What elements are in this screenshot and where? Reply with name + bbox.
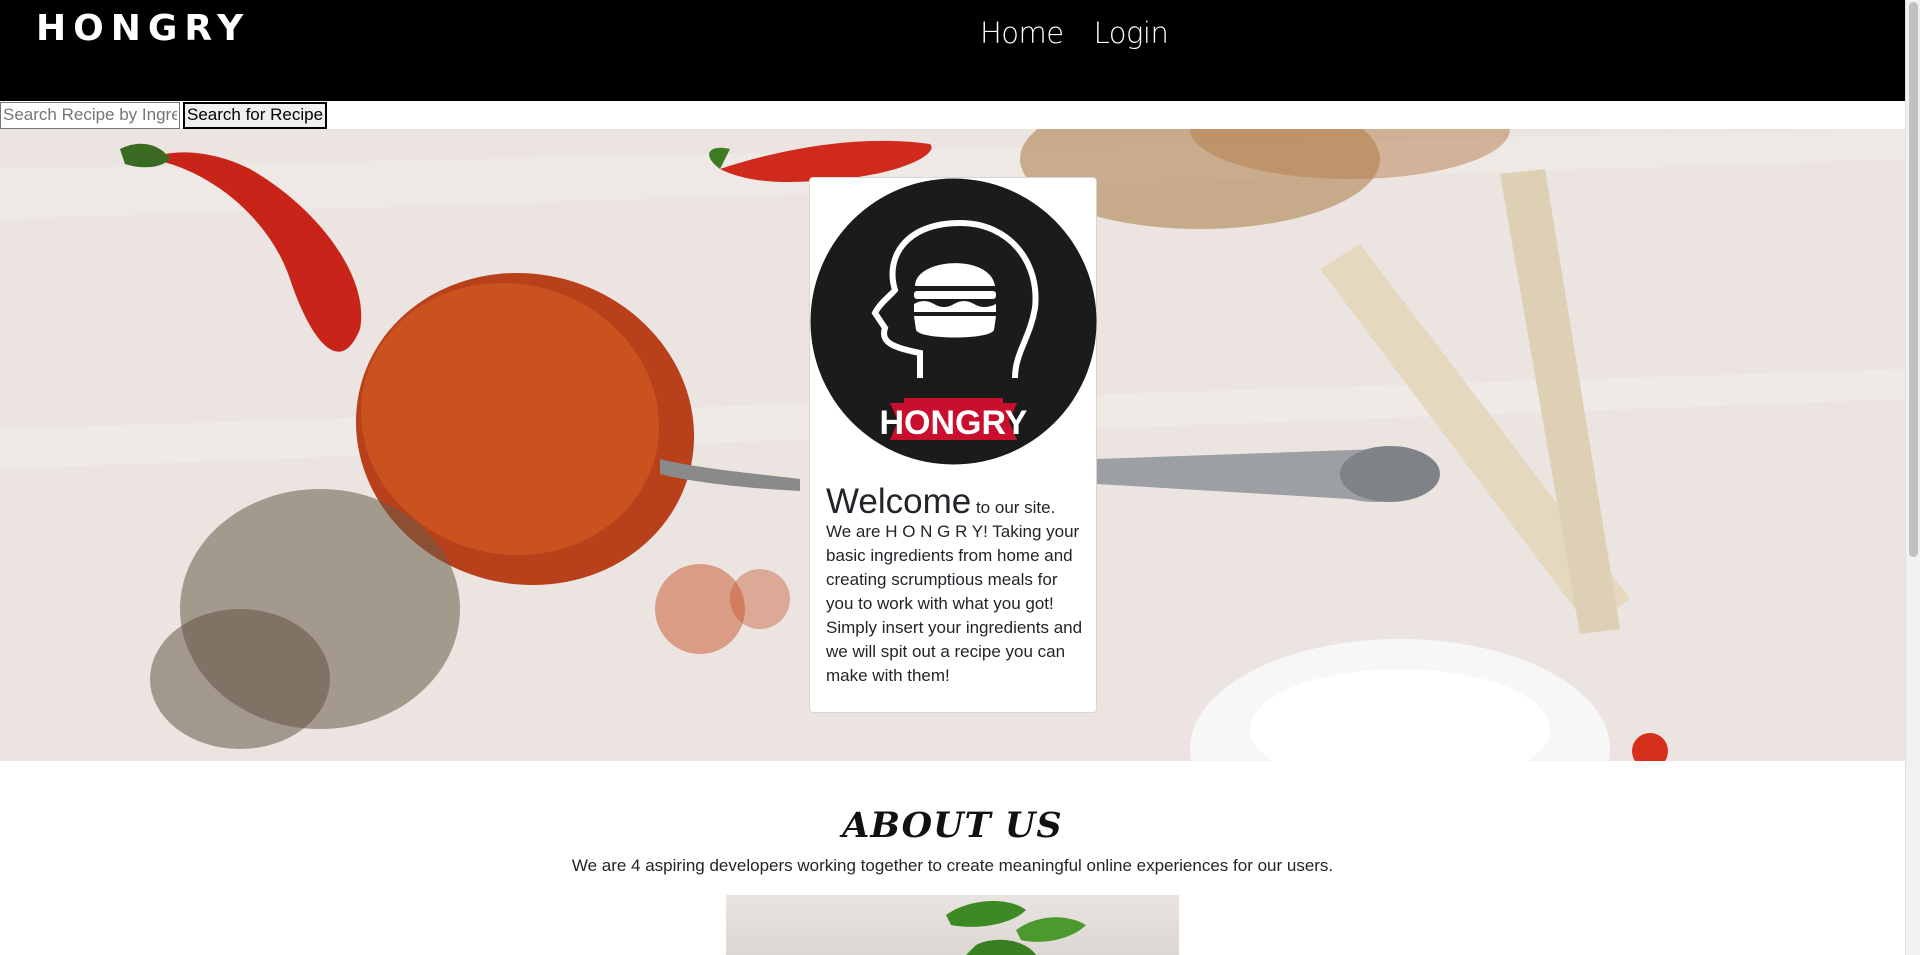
main-nav: Home Login — [980, 16, 1169, 50]
about-description: We are 4 aspiring developers working tog… — [571, 856, 1334, 875]
page-scrollbar[interactable] — [1905, 0, 1920, 955]
search-recipe-button[interactable]: Search for Recipe — [183, 101, 328, 129]
ingredient-search-input[interactable] — [0, 101, 180, 129]
nav-login-link[interactable]: Login — [1094, 16, 1169, 50]
brand-logo-text[interactable]: HONGRY — [36, 8, 250, 49]
welcome-text: Welcome to our site. We are H O N G R Y!… — [826, 484, 1084, 688]
nav-home-link[interactable]: Home — [980, 16, 1064, 50]
welcome-heading: Welcome — [826, 482, 972, 521]
hongry-logo-image: HONGRY — [810, 178, 1097, 465]
welcome-card: HONGRY Welcome to our site. We are H O N… — [809, 177, 1097, 713]
about-title: ABOUT US — [842, 805, 1063, 846]
welcome-body: to our site. We are H O N G R Y! Taking … — [826, 498, 1083, 685]
site-header: HONGRY Home Login — [0, 0, 1905, 101]
search-bar: Search for Recipe — [0, 101, 328, 129]
scrollbar-thumb[interactable] — [1909, 2, 1918, 557]
logo-text: HONGRY — [880, 404, 1028, 442]
about-food-image — [726, 895, 1179, 955]
hero-banner: HONGRY Welcome to our site. We are H O N… — [0, 129, 1905, 761]
